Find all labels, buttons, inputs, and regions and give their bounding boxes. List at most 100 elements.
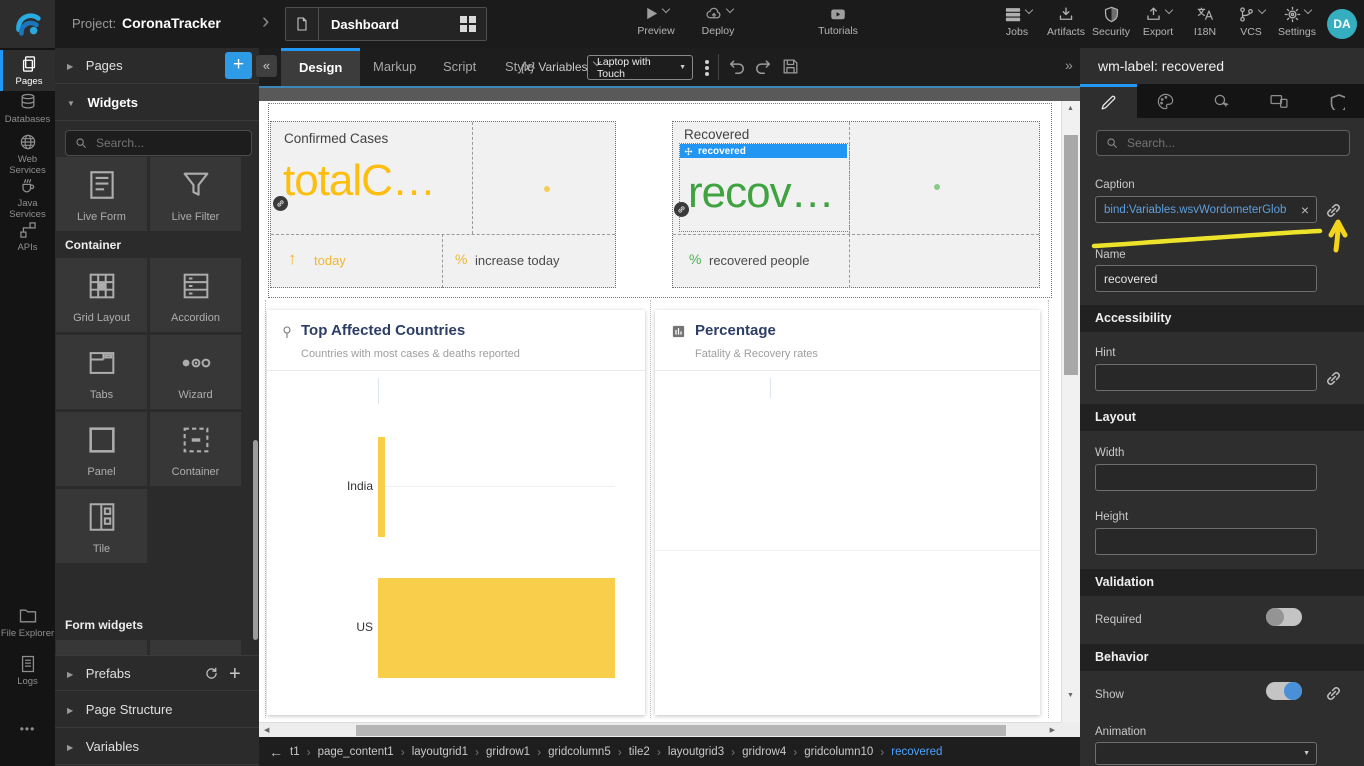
- user-avatar[interactable]: DA: [1327, 9, 1357, 39]
- required-toggle[interactable]: [1266, 608, 1302, 626]
- device-selector[interactable]: Laptop with Touch ▼: [587, 55, 693, 80]
- canvas-horizontal-scrollbar[interactable]: ◀ ▶: [259, 722, 1061, 737]
- widget-panel[interactable]: Panel: [56, 412, 147, 486]
- tab-script[interactable]: Script: [425, 48, 494, 86]
- tab-styles[interactable]: [1137, 84, 1194, 118]
- add-prefab-button[interactable]: +: [229, 656, 241, 692]
- i18n-button[interactable]: I18N: [1184, 5, 1226, 38]
- show-toggle[interactable]: [1266, 682, 1302, 700]
- chevron-down-icon[interactable]: [1024, 5, 1032, 13]
- layout-section-header[interactable]: Layout: [1080, 404, 1364, 431]
- width-input[interactable]: [1096, 471, 1316, 485]
- triangle-collapsed-icon[interactable]: ▶: [67, 670, 73, 679]
- widget-search-input[interactable]: [94, 135, 251, 151]
- breadcrumb-item[interactable]: gridcolumn10: [804, 746, 873, 758]
- palette-scrollbar-thumb[interactable]: [253, 440, 258, 640]
- scroll-down-arrow[interactable]: ▼: [1067, 691, 1074, 701]
- rail-item-web-services[interactable]: Web Services: [0, 132, 55, 176]
- settings-button[interactable]: Settings: [1274, 5, 1320, 38]
- breadcrumb-back-icon[interactable]: ←: [269, 744, 283, 760]
- rail-item-apis[interactable]: APIs: [0, 220, 55, 253]
- add-page-button[interactable]: +: [225, 52, 252, 79]
- deploy-button[interactable]: Deploy: [692, 5, 744, 37]
- widget-tabs[interactable]: Tabs: [56, 335, 147, 409]
- security-button[interactable]: Security: [1086, 5, 1136, 38]
- widgets-section-row[interactable]: ▼ Widgets: [55, 85, 259, 121]
- tab-security[interactable]: [1307, 84, 1364, 118]
- widget-tile-partial[interactable]: [150, 640, 241, 655]
- increase-today-label[interactable]: increase today: [475, 253, 560, 268]
- rail-item-databases[interactable]: Databases: [0, 92, 55, 125]
- move-icon[interactable]: [684, 147, 693, 156]
- breadcrumb-item[interactable]: gridcolumn5: [548, 746, 611, 758]
- scroll-right-arrow[interactable]: ▶: [1050, 726, 1055, 736]
- caption-bind-link-icon[interactable]: [1324, 201, 1343, 220]
- property-search-input[interactable]: [1125, 135, 1349, 151]
- redo-icon[interactable]: [753, 57, 773, 77]
- pages-grid-icon[interactable]: [460, 16, 476, 32]
- export-button[interactable]: Export: [1136, 5, 1180, 38]
- triangle-expanded-icon[interactable]: ▼: [67, 99, 75, 108]
- rail-item-pages[interactable]: Pages: [0, 50, 55, 91]
- hint-input[interactable]: [1096, 371, 1316, 385]
- height-input[interactable]: [1096, 535, 1316, 549]
- preview-button[interactable]: Preview: [630, 5, 682, 37]
- rail-more-button[interactable]: •••: [0, 724, 55, 735]
- scroll-left-arrow[interactable]: ◀: [264, 726, 269, 736]
- confirmed-cases-card[interactable]: Confirmed Cases totalC… ↑ today % increa…: [270, 121, 616, 288]
- top-affected-countries-panel[interactable]: Top Affected Countries Countries with mo…: [267, 310, 645, 715]
- prefabs-section-row[interactable]: ▶ Prefabs +: [55, 655, 259, 691]
- vertical-scroll-thumb[interactable]: [1064, 135, 1078, 375]
- tab-markup[interactable]: Markup: [355, 48, 434, 86]
- recovered-title[interactable]: Recovered: [684, 127, 749, 142]
- triangle-collapsed-icon[interactable]: ▶: [67, 62, 73, 71]
- validation-section-header[interactable]: Validation: [1080, 569, 1364, 596]
- tab-devices[interactable]: [1250, 84, 1307, 118]
- collapse-palette-button[interactable]: «: [256, 55, 277, 77]
- breadcrumb-item[interactable]: tile2: [629, 746, 650, 758]
- confirmed-cases-title[interactable]: Confirmed Cases: [284, 131, 388, 146]
- tab-properties[interactable]: [1080, 84, 1137, 118]
- pages-section-row[interactable]: ▶ Pages +: [55, 48, 259, 84]
- show-bind-link-icon[interactable]: [1324, 684, 1343, 703]
- widget-container[interactable]: Container: [150, 412, 241, 486]
- breadcrumb-item-current[interactable]: recovered: [891, 746, 942, 758]
- jobs-button[interactable]: Jobs: [996, 5, 1038, 38]
- selected-widget-tag[interactable]: recovered: [680, 144, 847, 158]
- accessibility-section-header[interactable]: Accessibility: [1080, 305, 1364, 332]
- breadcrumb-item[interactable]: layoutgrid1: [412, 746, 468, 758]
- page-structure-section-row[interactable]: ▶ Page Structure: [55, 692, 259, 728]
- scroll-up-arrow[interactable]: ▲: [1067, 104, 1074, 114]
- collapse-inspector-button[interactable]: »: [1065, 57, 1073, 73]
- recovered-people-label[interactable]: recovered people: [709, 253, 809, 268]
- toolbar-kebab-menu[interactable]: [705, 58, 709, 78]
- total-cases-value-label[interactable]: totalC…: [283, 156, 435, 206]
- widget-wizard[interactable]: Wizard: [150, 335, 241, 409]
- chevron-down-icon[interactable]: [1304, 5, 1312, 13]
- animation-select[interactable]: ▼: [1095, 742, 1317, 765]
- tab-events[interactable]: [1194, 84, 1251, 118]
- rail-item-java-services[interactable]: Java Services: [0, 176, 55, 220]
- widget-grid-layout[interactable]: Grid Layout: [56, 258, 147, 332]
- refresh-icon[interactable]: [203, 665, 220, 682]
- rail-item-file-explorer[interactable]: File Explorer: [0, 606, 55, 639]
- breadcrumb-item[interactable]: gridrow1: [486, 746, 530, 758]
- hint-bind-link-icon[interactable]: [1324, 369, 1343, 388]
- triangle-collapsed-icon[interactable]: ▶: [67, 743, 73, 752]
- artifacts-button[interactable]: Artifacts: [1040, 5, 1092, 38]
- chevron-down-icon[interactable]: [662, 5, 670, 13]
- variables-section-row[interactable]: ▶ Variables: [55, 729, 259, 765]
- clear-caption-icon[interactable]: ×: [1294, 202, 1316, 218]
- caption-input[interactable]: [1096, 204, 1294, 216]
- rail-item-logs[interactable]: Logs: [0, 654, 55, 687]
- widget-live-filter[interactable]: Live Filter: [150, 157, 241, 231]
- app-logo[interactable]: [0, 0, 55, 48]
- breadcrumb-item[interactable]: gridrow4: [742, 746, 786, 758]
- chevron-down-icon[interactable]: [1165, 5, 1173, 13]
- bind-link-badge[interactable]: [273, 196, 288, 211]
- tab-design[interactable]: Design: [281, 48, 360, 86]
- breadcrumb-item[interactable]: page_content1: [318, 746, 394, 758]
- name-input[interactable]: [1096, 272, 1316, 286]
- widget-tile-partial[interactable]: [56, 640, 147, 655]
- design-canvas[interactable]: Confirmed Cases totalC… ↑ today % increa…: [259, 88, 1080, 737]
